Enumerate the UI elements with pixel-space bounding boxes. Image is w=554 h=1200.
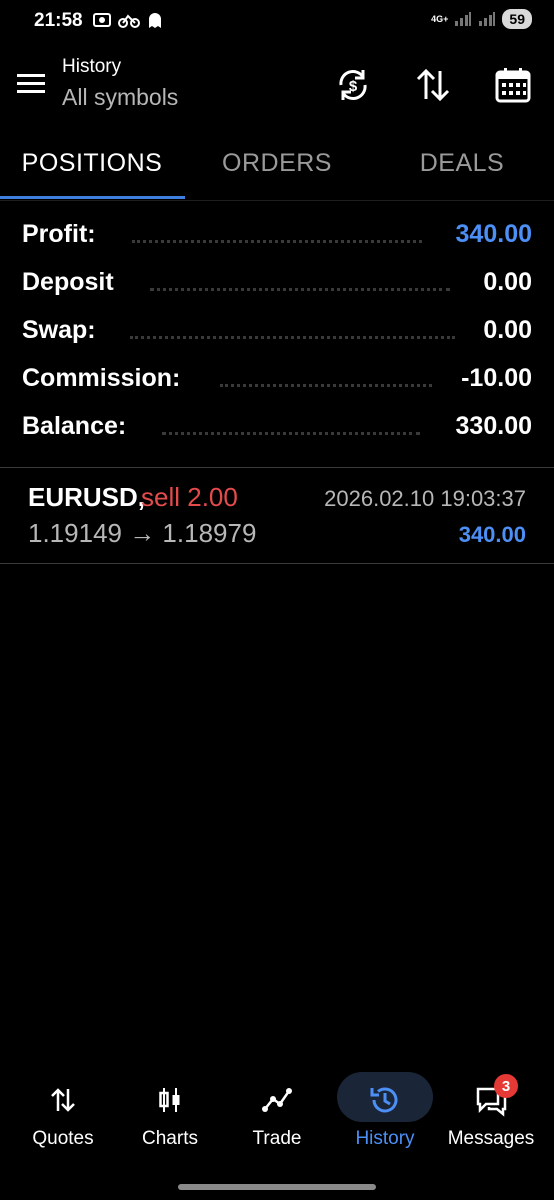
nav-trade[interactable]: Trade xyxy=(222,1068,332,1168)
divider xyxy=(0,563,554,564)
signal-icon xyxy=(455,12,472,26)
screenshot-icon xyxy=(93,13,111,27)
notification-icons xyxy=(92,11,164,29)
tab-positions[interactable]: POSITIONS xyxy=(0,130,184,196)
page-title: History xyxy=(62,56,122,77)
dot-leader xyxy=(162,432,420,435)
app-bar: History All symbols $ xyxy=(0,44,554,130)
system-status: 4G+ 59 xyxy=(431,9,532,29)
dot-leader xyxy=(150,288,450,291)
deposit-label: Deposit xyxy=(22,268,114,296)
nav-label: Quotes xyxy=(32,1128,94,1149)
messages-badge: 3 xyxy=(494,1074,518,1098)
history-summary: Profit: 340.00 Deposit 0.00 Swap: 0.00 C… xyxy=(0,218,554,458)
nav-quotes[interactable]: Quotes xyxy=(8,1068,118,1168)
quotes-icon xyxy=(43,1080,83,1120)
dot-leader xyxy=(130,336,455,339)
commission-label: Commission: xyxy=(22,364,181,392)
status-time: 21:58 xyxy=(34,10,83,31)
nav-label: Trade xyxy=(252,1128,302,1149)
position-row[interactable]: EURUSD, sell 2.00 1.19149 → 1.18979 2026… xyxy=(0,468,554,563)
nav-label: History xyxy=(355,1128,415,1149)
menu-button[interactable] xyxy=(14,66,48,100)
trade-icon xyxy=(257,1080,297,1120)
nav-label: Messages xyxy=(447,1128,535,1149)
battery-indicator: 59 xyxy=(502,9,532,29)
ghost-icon xyxy=(149,13,161,28)
currency-exchange-button[interactable]: $ xyxy=(330,62,376,108)
bottom-navigation: Quotes Charts Trade History Messages xyxy=(0,1068,554,1168)
nav-history[interactable]: History xyxy=(330,1068,440,1168)
signal-icon-2 xyxy=(479,12,496,26)
position-datetime: 2026.02.10 19:03:37 xyxy=(324,486,526,511)
balance-label: Balance: xyxy=(22,412,127,440)
sort-icon xyxy=(416,68,450,102)
currency-exchange-icon: $ xyxy=(339,70,367,100)
tab-deals[interactable]: DEALS xyxy=(370,130,554,196)
tab-orders[interactable]: ORDERS xyxy=(185,130,369,196)
history-tabs: POSITIONS ORDERS DEALS xyxy=(0,130,554,201)
swap-value: 0.00 xyxy=(483,316,532,344)
nav-label: Charts xyxy=(142,1128,198,1149)
network-type: 4G+ xyxy=(431,13,449,24)
balance-value: 330.00 xyxy=(455,412,532,440)
home-indicator[interactable] xyxy=(178,1184,376,1190)
svg-text:$: $ xyxy=(349,78,358,95)
position-prices: 1.19149 → 1.18979 xyxy=(28,518,257,548)
dot-leader xyxy=(132,240,422,243)
swap-label: Swap: xyxy=(22,316,96,344)
nav-messages[interactable]: Messages xyxy=(436,1068,546,1168)
summary-row-commission: Commission: -10.00 xyxy=(0,362,554,410)
charts-icon xyxy=(150,1080,190,1120)
commission-value: -10.00 xyxy=(461,364,532,392)
calendar-button[interactable] xyxy=(490,62,536,108)
bike-icon xyxy=(118,14,140,28)
dot-leader xyxy=(220,384,432,387)
hamburger-icon xyxy=(17,74,45,93)
history-icon xyxy=(365,1080,405,1120)
profit-value: 340.00 xyxy=(455,220,532,248)
summary-row-profit: Profit: 340.00 xyxy=(0,218,554,266)
deposit-value: 0.00 xyxy=(483,268,532,296)
summary-row-swap: Swap: 0.00 xyxy=(0,314,554,362)
profit-label: Profit: xyxy=(22,220,96,248)
position-profit: 340.00 xyxy=(458,522,526,547)
position-symbol: EURUSD, xyxy=(28,482,146,512)
symbol-filter[interactable]: All symbols xyxy=(62,84,178,111)
sort-button[interactable] xyxy=(410,62,456,108)
calendar-icon xyxy=(495,68,531,103)
summary-row-deposit: Deposit 0.00 xyxy=(0,266,554,314)
status-bar: 21:58 4G+ 59 xyxy=(0,0,554,44)
active-tab-indicator xyxy=(0,196,185,199)
summary-row-balance: Balance: 330.00 xyxy=(0,410,554,458)
nav-charts[interactable]: Charts xyxy=(115,1068,225,1168)
position-side: sell 2.00 xyxy=(141,482,238,512)
